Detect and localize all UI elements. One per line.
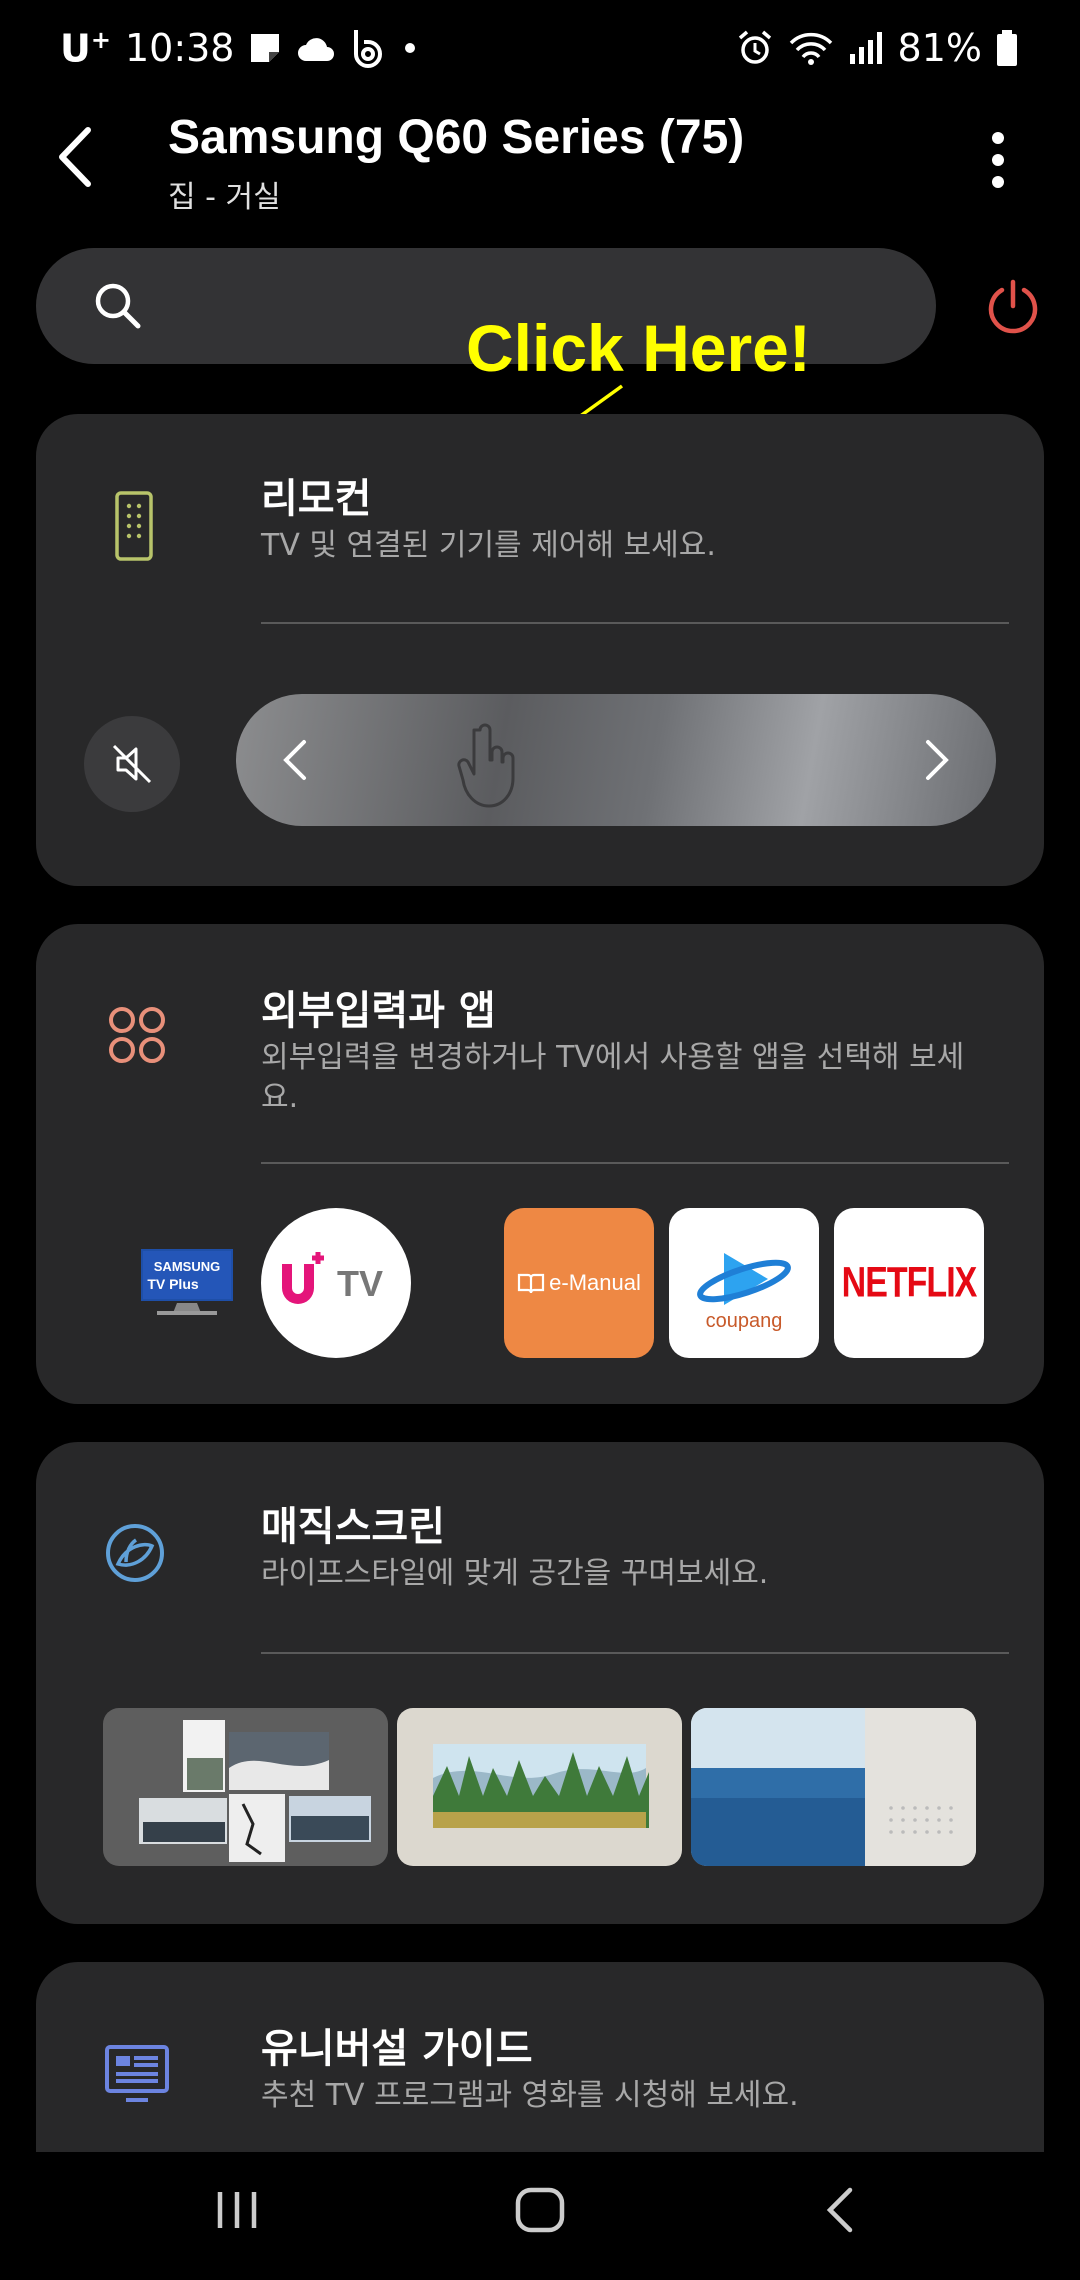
cloud-icon [296,33,336,63]
swipe-touchpad[interactable] [236,694,996,826]
click-here-annotation: Click Here! [466,311,811,385]
home-button[interactable] [512,2182,568,2242]
wifi-icon [788,29,834,67]
memo-icon [248,31,282,65]
dot-icon [400,38,420,58]
divider [261,1652,1009,1654]
remote-card[interactable]: 리모컨 TV 및 연결된 기기를 제어해 보세요. [36,414,1044,886]
more-vert-icon [992,132,1004,188]
chevron-right-icon[interactable] [922,736,952,788]
remote-description: TV 및 연결된 기기를 제어해 보세요. [261,528,716,563]
universal-guide-icon [104,2044,170,2108]
mute-button[interactable] [84,716,180,812]
back-button[interactable] [50,122,110,192]
home-icon [515,2187,565,2233]
page-subtitle: 집 - 거실 [168,180,281,215]
power-button[interactable] [984,278,1042,336]
magic-screen-card[interactable]: 매직스크린 라이프스타일에 맞게 공간을 꾸며보세요. [36,1442,1044,1924]
b-icon [350,28,386,69]
status-right: 81% [736,26,1018,70]
netflix-logo: NETFLIX [841,1258,978,1307]
universal-guide-title: 유니버설 가이드 [261,2026,533,2072]
clock: 10:38 [124,26,235,71]
carrier-label: U+ [60,26,111,71]
recents-icon [217,2192,257,2228]
magic-screen-icon [104,1522,166,1588]
magic-screen-description: 라이프스타일에 맞게 공간을 꾸며보세요. [261,1556,769,1591]
magic-screen-thumb-forest[interactable] [397,1708,682,1866]
chevron-left-icon[interactable] [280,736,310,788]
apps-description: 외부입력을 변경하거나 TV에서 사용할 앱을 선택해 보세요. [261,1040,965,1115]
signal-icon [848,30,884,66]
coupang-logo-icon: coupang [697,1253,791,1332]
svg-text:TV Plus: TV Plus [147,1276,199,1292]
power-icon [988,279,1038,334]
apps-grid-icon [106,1004,168,1070]
svg-text:SAMSUNG: SAMSUNG [154,1259,220,1274]
book-icon [518,1273,545,1294]
more-options-button[interactable] [986,130,1010,190]
alarm-icon [736,29,774,67]
photo-collage-image [139,1720,371,1862]
search-icon [92,280,144,336]
hand-pointer-icon [456,722,522,816]
netflix-tile[interactable]: NETFLIX [834,1208,984,1358]
app-header: Samsung Q60 Series (75) 집 - 거실 [0,100,1080,230]
u-plus-tv-logo-icon: TV [282,1252,383,1304]
samsung-tv-plus-logo-icon: SAMSUNG TV Plus [141,1249,233,1315]
nav-back-icon [826,2187,853,2233]
magic-screen-title: 매직스크린 [261,1504,445,1550]
forest-painting-image [433,1744,649,1828]
system-nav-bar [0,2152,1080,2280]
status-left: U+ 10:38 [60,26,420,71]
remote-control-icon [114,490,154,566]
battery-icon [996,29,1018,67]
page-title: Samsung Q60 Series (75) [168,111,745,164]
divider [261,622,1009,624]
e-manual-label: e-Manual [549,1270,641,1295]
back-arrow-icon [59,127,91,187]
nav-back-button[interactable] [820,2182,860,2242]
e-manual-tile[interactable]: e-Manual [504,1208,654,1358]
divider [261,1162,1009,1164]
samsung-tv-plus-tile[interactable]: SAMSUNG TV Plus [112,1208,262,1358]
apps-title: 외부입력과 앱 [261,988,496,1034]
magic-screen-thumb-collage[interactable] [103,1708,388,1866]
battery-percent: 81% [897,26,982,70]
remote-title: 리모컨 [261,476,372,522]
svg-text:TV: TV [337,1263,383,1304]
magic-screen-thumb-ocean[interactable] [691,1708,976,1866]
recent-apps-button[interactable] [214,2182,260,2242]
universal-guide-description: 추천 TV 프로그램과 영화를 시청해 보세요. [261,2078,799,2113]
svg-text:coupang: coupang [706,1310,783,1332]
inputs-apps-card[interactable]: 외부입력과 앱 외부입력을 변경하거나 TV에서 사용할 앱을 선택해 보세요.… [36,924,1044,1404]
u-plus-tv-tile[interactable]: TV [261,1208,411,1358]
mute-icon [112,744,152,784]
coupang-play-tile[interactable]: coupang [669,1208,819,1358]
status-bar: U+ 10:38 81% [0,0,1080,100]
ocean-image [691,1708,976,1866]
